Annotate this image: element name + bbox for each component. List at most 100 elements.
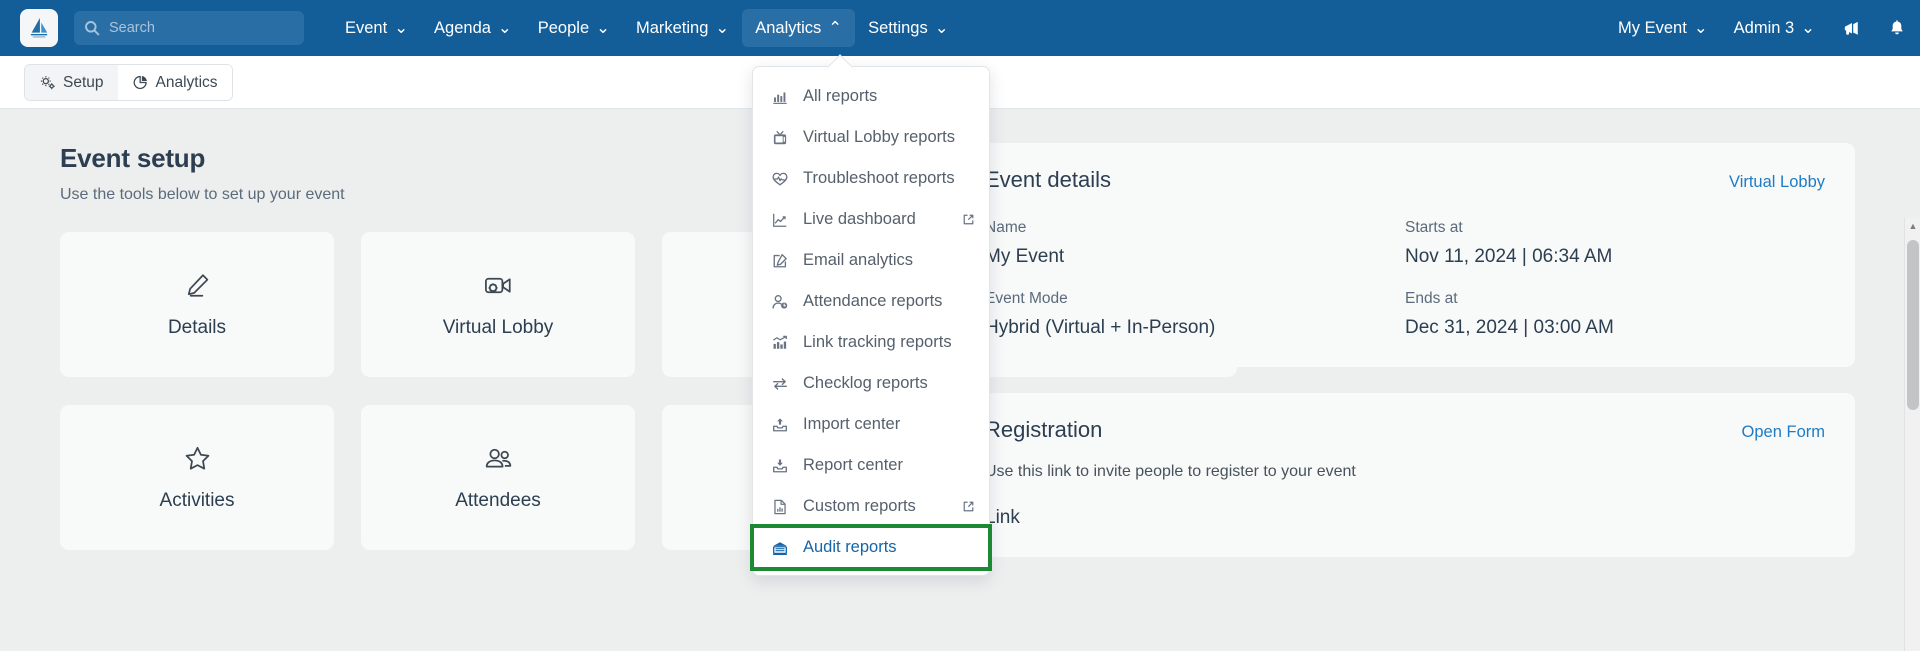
chevron-down-icon: ⌄	[1693, 19, 1708, 37]
account-menu[interactable]: Admin 3 ⌄	[1721, 9, 1828, 47]
chevron-down-icon: ⌄	[394, 19, 409, 37]
menu-item-live-dashboard-label: Live dashboard	[803, 210, 916, 228]
nav-item-settings-label: Settings	[868, 18, 928, 37]
primary-nav: Event ⌄ Agenda ⌄ People ⌄ Marketing ⌄ An…	[332, 0, 962, 56]
nav-item-marketing[interactable]: Marketing ⌄	[623, 9, 742, 47]
people-icon	[485, 448, 511, 468]
nav-item-event-label: Event	[345, 18, 388, 37]
announcements-button[interactable]	[1828, 0, 1874, 56]
tab-setup-label: Setup	[63, 73, 104, 91]
field-name: Name My Event	[985, 219, 1405, 268]
bell-icon	[1891, 19, 1903, 34]
line-chart-icon	[770, 210, 790, 230]
nav-item-settings[interactable]: Settings ⌄	[855, 9, 961, 47]
menu-item-checklog-reports[interactable]: Checklog reports	[753, 363, 989, 404]
tab-analytics[interactable]: Analytics	[117, 65, 232, 100]
menu-item-all-reports[interactable]: All reports	[753, 76, 989, 117]
nav-item-people-label: People	[537, 18, 590, 37]
nav-item-analytics[interactable]: Analytics ⌃	[742, 9, 856, 47]
menu-item-virtual-lobby-reports-label: Virtual Lobby reports	[803, 128, 955, 146]
setup-card-activities[interactable]: Activities	[60, 405, 334, 550]
setup-card-attendees[interactable]: Attendees	[361, 405, 635, 550]
field-name-value: My Event	[985, 246, 1065, 267]
menu-item-import-center[interactable]: Import center	[753, 404, 989, 445]
registration-description: Use this link to invite people to regist…	[985, 463, 1356, 480]
search-input[interactable]: Search	[74, 11, 304, 45]
event-details-header: Event details Virtual Lobby	[985, 167, 1825, 193]
virtual-lobby-link[interactable]: Virtual Lobby	[1729, 173, 1825, 192]
page-scrollbar[interactable]: ▲ ▼	[1904, 218, 1920, 651]
tab-analytics-label: Analytics	[155, 73, 218, 91]
menu-item-custom-reports-label: Custom reports	[803, 497, 916, 515]
event-switcher[interactable]: My Event ⌄	[1605, 9, 1721, 47]
menu-item-import-center-label: Import center	[803, 415, 901, 433]
nav-item-event[interactable]: Event ⌄	[332, 9, 421, 47]
document-chart-icon	[770, 497, 790, 517]
menu-item-report-center[interactable]: Report center	[753, 445, 989, 486]
top-navigation-bar: Search Event ⌄ Agenda ⌄ People ⌄ Marketi…	[0, 0, 1920, 56]
menu-item-virtual-lobby-reports[interactable]: Virtual Lobby reports	[753, 117, 989, 158]
external-link-icon	[962, 500, 975, 513]
menu-item-report-center-label: Report center	[803, 456, 903, 474]
exchange-arrows-icon	[770, 374, 790, 394]
field-ends-at: Ends at Dec 31, 2024 | 03:00 AM	[1405, 290, 1825, 339]
chevron-down-icon: ⌄	[1801, 19, 1815, 37]
heart-pulse-icon	[770, 169, 790, 189]
open-form-link[interactable]: Open Form	[1742, 423, 1825, 442]
field-event-mode-value: Hybrid (Virtual + In-Person)	[985, 317, 1216, 338]
field-name-key: Name	[985, 219, 1027, 236]
menu-item-audit-reports-label: Audit reports	[803, 538, 897, 556]
tv-icon	[770, 128, 790, 148]
field-starts-at: Starts at Nov 11, 2024 | 06:34 AM	[1405, 219, 1825, 268]
field-starts-at-value: Nov 11, 2024 | 06:34 AM	[1405, 246, 1613, 267]
chevron-down-icon: ⌄	[715, 19, 730, 37]
chevron-down-icon: ⌄	[934, 19, 949, 37]
chart-growth-icon	[770, 333, 790, 353]
field-ends-at-key: Ends at	[1405, 290, 1458, 307]
nav-item-marketing-label: Marketing	[635, 18, 709, 37]
pie-chart-icon	[133, 75, 147, 90]
chevron-down-icon: ⌄	[596, 19, 610, 37]
external-link-icon	[962, 213, 975, 226]
menu-item-live-dashboard[interactable]: Live dashboard	[753, 199, 989, 240]
field-ends-at-value: Dec 31, 2024 | 03:00 AM	[1405, 317, 1614, 338]
field-event-mode: Event Mode Hybrid (Virtual + In-Person)	[985, 290, 1405, 339]
setup-card-details-label: Details	[167, 317, 227, 338]
setup-card-details[interactable]: Details	[60, 232, 334, 377]
star-icon	[185, 446, 209, 470]
registration-title: Registration	[985, 417, 1103, 442]
event-details-fields: Name My Event Starts at Nov 11, 2024 | 0…	[985, 219, 1825, 339]
menu-item-custom-reports[interactable]: Custom reports	[753, 486, 989, 527]
megaphone-icon	[1844, 21, 1858, 35]
nav-item-people[interactable]: People ⌄	[525, 9, 623, 47]
menu-item-email-analytics[interactable]: Email analytics	[753, 240, 989, 281]
bar-chart-icon	[770, 87, 790, 107]
nav-item-agenda[interactable]: Agenda ⌄	[421, 9, 525, 47]
chevron-up-icon: ⌃	[828, 19, 843, 37]
event-details-panel: Event details Virtual Lobby Name My Even…	[955, 143, 1855, 367]
field-event-mode-key: Event Mode	[985, 290, 1068, 307]
person-clock-icon	[770, 292, 790, 312]
menu-item-attendance-reports[interactable]: Attendance reports	[753, 281, 989, 322]
menu-item-troubleshoot-reports-label: Troubleshoot reports	[803, 169, 955, 187]
menu-item-email-analytics-label: Email analytics	[803, 251, 914, 269]
setup-analytics-tabgroup: Setup Analytics	[24, 64, 233, 101]
notifications-button[interactable]	[1874, 0, 1920, 56]
search-placeholder: Search	[109, 20, 155, 36]
menu-item-troubleshoot-reports[interactable]: Troubleshoot reports	[753, 158, 989, 199]
account-menu-label: Admin 3	[1733, 18, 1795, 37]
scroll-up-arrow-icon[interactable]: ▲	[1905, 218, 1920, 234]
menu-item-link-tracking-reports[interactable]: Link tracking reports	[753, 322, 989, 363]
event-details-title: Event details	[985, 167, 1111, 192]
app-logo[interactable]	[20, 9, 58, 47]
tab-setup[interactable]: Setup	[25, 65, 118, 100]
pencil-icon	[187, 274, 208, 297]
setup-card-virtual-lobby[interactable]: Virtual Lobby	[361, 232, 635, 377]
menu-item-link-tracking-reports-label: Link tracking reports	[803, 333, 952, 351]
chevron-down-icon: ⌄	[497, 19, 512, 37]
scrollbar-thumb[interactable]	[1907, 240, 1919, 410]
menu-item-audit-reports[interactable]: Audit reports	[750, 524, 992, 571]
nav-item-analytics-label: Analytics	[755, 18, 822, 37]
nav-right-group: My Event ⌄ Admin 3 ⌄	[1605, 0, 1920, 56]
nav-item-agenda-label: Agenda	[434, 18, 491, 37]
